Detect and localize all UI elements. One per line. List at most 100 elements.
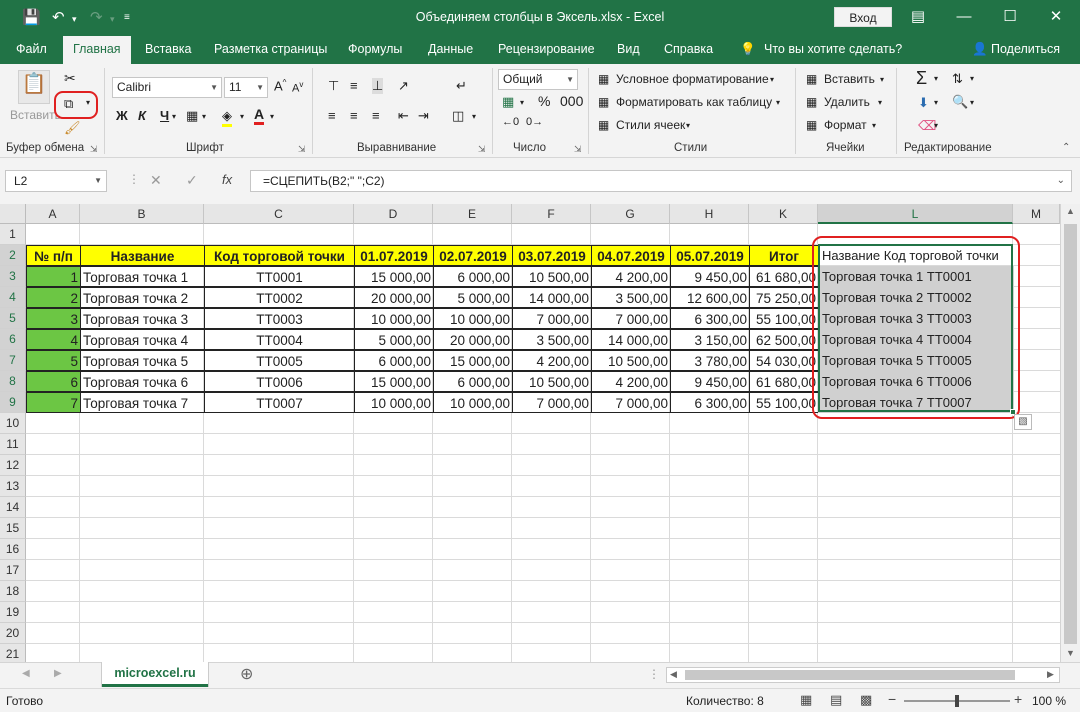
paste-options-icon[interactable]: ▧ xyxy=(1014,414,1032,430)
row-header-17[interactable]: 17 xyxy=(0,560,26,581)
cell-header-3[interactable]: 01.07.2019 xyxy=(354,245,434,266)
find-dropdown-icon[interactable]: ▾ xyxy=(970,98,974,107)
tab-insert[interactable]: Вставка xyxy=(145,42,191,56)
cell-header-6[interactable]: 04.07.2019 xyxy=(591,245,671,266)
table-cell[interactable]: 4 200,00 xyxy=(512,350,592,371)
borders-dropdown-icon[interactable]: ▾ xyxy=(202,112,206,121)
row-header-11[interactable]: 11 xyxy=(0,434,26,455)
row-header-19[interactable]: 19 xyxy=(0,602,26,623)
table-cell[interactable]: 6 000,00 xyxy=(433,266,513,287)
scroll-right-icon[interactable]: ▶ xyxy=(1047,669,1054,680)
font-size-select[interactable]: 11 ▼ xyxy=(224,77,268,98)
orientation-icon[interactable]: ↗ xyxy=(398,78,409,94)
font-color-dropdown-icon[interactable]: ▾ xyxy=(270,112,274,121)
row-header-8[interactable]: 8 xyxy=(0,371,26,392)
table-cell[interactable]: ТТ0002 xyxy=(204,287,355,308)
thousands-icon[interactable]: 000 xyxy=(560,93,583,109)
cancel-formula-icon[interactable]: ✕ xyxy=(150,172,162,189)
table-cell[interactable]: Торговая точка 7 xyxy=(80,392,205,413)
insert-function-icon[interactable]: fx xyxy=(222,172,232,187)
row-header-9[interactable]: 9 xyxy=(0,392,26,413)
table-cell[interactable]: 7 xyxy=(26,392,81,413)
cell-header-0[interactable]: № п/п xyxy=(26,245,81,266)
zoom-level[interactable]: 100 % xyxy=(1032,694,1066,708)
table-cell[interactable]: Торговая точка 6 xyxy=(80,371,205,392)
table-cell[interactable]: 10 500,00 xyxy=(512,266,592,287)
table-cell[interactable]: Торговая точка 1 xyxy=(80,266,205,287)
zoom-out-icon[interactable]: − xyxy=(888,691,896,707)
format-table-dropdown-icon[interactable]: ▾ xyxy=(776,98,780,107)
table-cell[interactable]: 54 030,00 xyxy=(749,350,819,371)
fill-icon[interactable]: ⬇ xyxy=(918,95,929,111)
column-header-c[interactable]: C xyxy=(204,204,354,224)
number-launcher-icon[interactable]: ⇲ xyxy=(574,144,582,155)
currency-icon[interactable]: ▦ xyxy=(502,94,514,110)
column-header-e[interactable]: E xyxy=(433,204,512,224)
font-name-select[interactable]: Calibri ▼ xyxy=(112,77,222,98)
table-cell[interactable]: 2 xyxy=(26,287,81,308)
format-cells-button[interactable]: Формат xyxy=(824,118,867,132)
row-header-18[interactable]: 18 xyxy=(0,581,26,602)
table-cell[interactable]: 10 500,00 xyxy=(591,350,671,371)
underline-dropdown-icon[interactable]: ▾ xyxy=(172,112,176,121)
login-button[interactable]: Вход xyxy=(834,7,892,27)
add-sheet-icon[interactable]: ⊕ xyxy=(240,664,253,684)
merge-dropdown-icon[interactable]: ▾ xyxy=(472,112,476,121)
tab-file[interactable]: Файл xyxy=(16,42,47,56)
minimize-icon[interactable]: — xyxy=(944,4,984,30)
table-cell[interactable]: 15 000,00 xyxy=(354,266,434,287)
horizontal-scrollbar[interactable]: ◀ ▶ xyxy=(666,667,1060,683)
table-cell[interactable]: 3 xyxy=(26,308,81,329)
row-header-14[interactable]: 14 xyxy=(0,497,26,518)
insert-cells-button[interactable]: Вставить xyxy=(824,72,875,86)
tab-data[interactable]: Данные xyxy=(428,42,473,56)
split-handle-icon[interactable]: ⋮ xyxy=(648,667,660,681)
format-table-button[interactable]: Форматировать как таблицу xyxy=(616,95,772,109)
align-bottom-icon[interactable]: ⊥ xyxy=(372,78,384,94)
row-header-10[interactable]: 10 xyxy=(0,413,26,434)
table-cell[interactable]: 15 000,00 xyxy=(354,371,434,392)
increase-decimal-icon[interactable]: ←0 xyxy=(502,116,519,128)
decrease-indent-icon[interactable]: ⇤ xyxy=(398,108,409,124)
page-layout-view-icon[interactable]: ▤ xyxy=(830,692,842,708)
row-header-1[interactable]: 1 xyxy=(0,224,26,245)
table-cell[interactable]: 14 000,00 xyxy=(591,329,671,350)
ribbon-display-icon[interactable]: ▤ xyxy=(898,4,938,30)
conditional-dropdown-icon[interactable]: ▾ xyxy=(770,75,774,84)
cut-icon[interactable]: ✂ xyxy=(64,70,76,87)
table-cell[interactable]: 9 450,00 xyxy=(670,266,750,287)
table-cell[interactable]: Торговая точка 3 xyxy=(80,308,205,329)
table-cell[interactable]: 5 000,00 xyxy=(433,287,513,308)
formula-input[interactable]: =СЦЕПИТЬ(B2;" ";C2) ⌄ xyxy=(250,170,1072,192)
table-cell[interactable]: 10 000,00 xyxy=(433,392,513,413)
table-cell[interactable]: 55 100,00 xyxy=(749,392,819,413)
cell-header-8[interactable]: Итог xyxy=(749,245,819,266)
underline-button[interactable]: Ч xyxy=(160,108,169,123)
table-cell[interactable]: 61 680,00 xyxy=(749,266,819,287)
format-painter-icon[interactable]: 🖌 xyxy=(64,120,81,136)
page-break-view-icon[interactable]: ▩ xyxy=(860,692,872,708)
conditional-format-button[interactable]: Условное форматирование xyxy=(616,72,769,86)
percent-icon[interactable]: % xyxy=(538,93,550,109)
autosum-dropdown-icon[interactable]: ▾ xyxy=(934,74,938,83)
collapse-ribbon-icon[interactable]: ⌃ xyxy=(1062,142,1070,153)
table-cell[interactable]: 15 000,00 xyxy=(433,350,513,371)
font-color-icon[interactable]: A xyxy=(254,106,265,125)
column-header-a[interactable]: A xyxy=(26,204,80,224)
cell-header-5[interactable]: 03.07.2019 xyxy=(512,245,592,266)
table-cell[interactable]: 9 450,00 xyxy=(670,371,750,392)
table-cell[interactable]: Торговая точка 4 xyxy=(80,329,205,350)
insert-dropdown-icon[interactable]: ▾ xyxy=(880,75,884,84)
scroll-up-icon[interactable]: ▲ xyxy=(1066,206,1075,216)
row-header-4[interactable]: 4 xyxy=(0,287,26,308)
table-cell[interactable]: 20 000,00 xyxy=(433,329,513,350)
table-cell[interactable]: 5 xyxy=(26,350,81,371)
row-header-5[interactable]: 5 xyxy=(0,308,26,329)
close-icon[interactable]: ✕ xyxy=(1036,4,1076,30)
sort-dropdown-icon[interactable]: ▾ xyxy=(970,74,974,83)
increase-indent-icon[interactable]: ⇥ xyxy=(418,108,429,124)
table-cell[interactable]: 14 000,00 xyxy=(512,287,592,308)
zoom-in-icon[interactable]: + xyxy=(1014,691,1022,707)
row-header-16[interactable]: 16 xyxy=(0,539,26,560)
cell-styles-button[interactable]: Стили ячеек xyxy=(616,118,685,132)
